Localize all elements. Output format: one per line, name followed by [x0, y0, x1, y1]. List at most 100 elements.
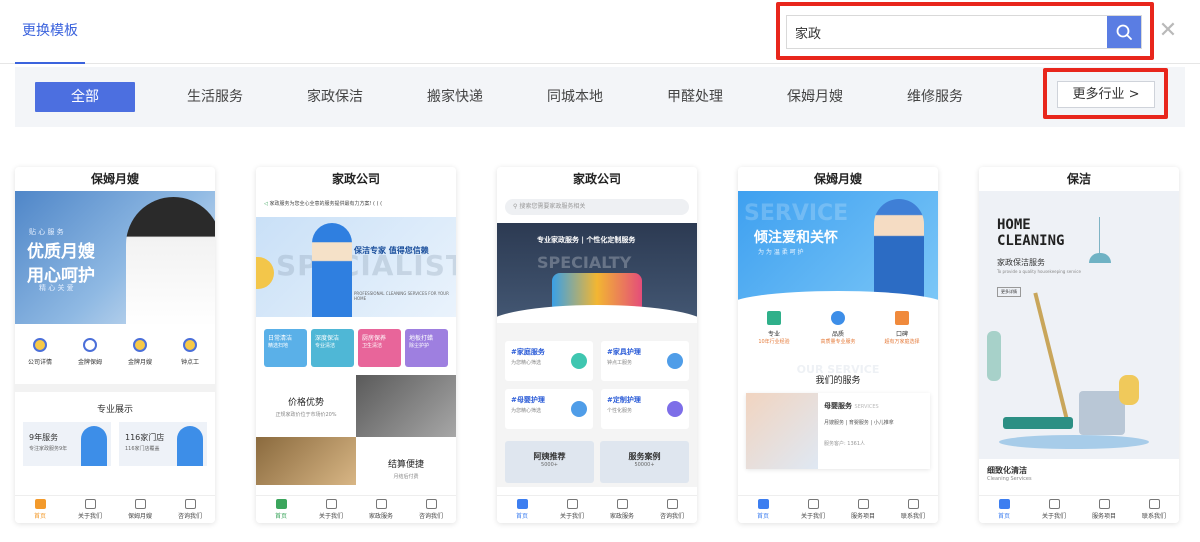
nav-about[interactable]: 关于我们 [65, 496, 115, 523]
service-item[interactable]: #定制护理 个性化服务 [601, 389, 689, 429]
banner-line1: 倾注爱和关怀 [754, 230, 838, 246]
nav-contact[interactable]: 联系我们 [888, 496, 938, 523]
tile-sub: 专注家政服务9年 [29, 446, 68, 452]
nav-service[interactable]: 服务项目 [838, 496, 888, 523]
phone-icon [184, 499, 196, 509]
search-icon [1116, 24, 1132, 40]
chip[interactable]: 日常清洁 精选扫地 [264, 329, 307, 367]
card-title: 保姆月嫂 [738, 167, 938, 191]
bottom-nav: 首页 关于我们 家政服务 咨询我们 [256, 495, 456, 523]
category-all[interactable]: 全部 [35, 82, 135, 112]
template-card-4[interactable]: 保姆月嫂 SERVICE 倾注爱和关怀 为 为 温 柔 呵 护 专业 10年行业经… [738, 167, 938, 523]
card-banner: 专业家政服务 | 个性化定制服务 SPECIALTY [497, 223, 697, 323]
icon-item[interactable]: 金牌保姆 [65, 338, 115, 384]
banner-watermark: SPECIALTY [537, 253, 632, 272]
nav-home[interactable]: 首页 [979, 496, 1029, 523]
service-item[interactable]: #母婴护理 为您精心筛选 [505, 389, 593, 429]
banner-small: PROFESSIONAL CLEANING SERVICES FOR YOUR … [354, 291, 449, 301]
feature-item[interactable]: 品质 高质量专业服务 [806, 311, 870, 355]
nav-service[interactable]: 服务项目 [1079, 496, 1129, 523]
service-item[interactable]: #家庭服务 为您精心筛选 [505, 341, 593, 381]
nav-label: 关于我们 [77, 513, 102, 520]
category-local-city[interactable]: 同城本地 [530, 82, 620, 112]
category-life-service[interactable]: 生活服务 [170, 82, 260, 112]
icon-item[interactable]: 钟点工 [165, 338, 215, 384]
banner-line2: CLEANING [997, 233, 1065, 249]
bottom-tile[interactable]: 服务案例 50000+ [600, 441, 689, 483]
bottom-nav: 首页 关于我们 服务项目 联系我们 [738, 495, 938, 523]
banner-line1: 优质月嫂 [27, 242, 95, 262]
person-photo [312, 223, 352, 317]
category-moving-express[interactable]: 搬家快递 [410, 82, 500, 112]
nav-contact[interactable]: 咨询我们 [647, 496, 697, 523]
nav-service[interactable]: 保姆月嫂 [115, 496, 165, 523]
nav-label: 咨询我们 [659, 513, 684, 520]
nav-label: 首页 [33, 513, 46, 520]
search-input[interactable] [787, 16, 1109, 48]
chip-sub: 卫生清洁 [362, 343, 383, 349]
badge-icon [831, 311, 845, 325]
search-highlight-box [776, 2, 1154, 60]
glove [1119, 375, 1139, 405]
icon-item[interactable]: 金牌月嫂 [115, 338, 165, 384]
nav-about[interactable]: 关于我们 [306, 496, 356, 523]
baby-photo [746, 393, 818, 469]
chip[interactable]: 厨房保养 卫生清洁 [358, 329, 401, 367]
template-card-3[interactable]: 家政公司 ⚲ 搜索您需要家政服务相关 专业家政服务 | 个性化定制服务 SPEC… [497, 167, 697, 523]
category-repair[interactable]: 维修服务 [890, 82, 980, 112]
more-industries-button[interactable]: 更多行业 > [1057, 81, 1155, 108]
search-button[interactable] [1107, 16, 1141, 48]
icon-item[interactable]: 公司详情 [15, 338, 65, 384]
mini-search[interactable]: ⚲ 搜索您需要家政服务相关 [505, 199, 689, 215]
nav-contact[interactable]: 联系我们 [1129, 496, 1179, 523]
nanny-icon [83, 338, 97, 352]
nav-home[interactable]: 首页 [738, 496, 788, 523]
feature-item[interactable]: 口碑 超有万家庭选择 [870, 311, 934, 355]
nav-home[interactable]: 首页 [15, 496, 65, 523]
category-formaldehyde[interactable]: 甲醛处理 [650, 82, 740, 112]
plant-decor [987, 331, 1001, 381]
feature-title: 专业 [767, 331, 780, 338]
chip-sub: 精选扫地 [268, 343, 289, 349]
promo-row-1: 价格优势 正规家政价位于市场价20% [256, 375, 456, 437]
template-card-2[interactable]: 家政公司 ◁ 家政服务为您全心全意的服务提供最有力方案! ( ( ( SPECI… [256, 167, 456, 523]
category-housekeeping-cleaning[interactable]: 家政保洁 [290, 82, 380, 112]
nav-service[interactable]: 家政服务 [597, 496, 647, 523]
tab-change-template[interactable]: 更换模板 [15, 0, 85, 64]
icon-row: 公司详情 金牌保姆 金牌月嫂 钟点工 [15, 324, 215, 384]
service-tile[interactable]: 116家门店 116家门店覆盖 [119, 422, 207, 466]
template-card-5[interactable]: 保洁 HOME CLEANING 家政保洁服务 To provide a qua… [979, 167, 1179, 523]
feature-item[interactable]: 专业 10年行业经验 [742, 311, 806, 355]
nav-label: 服务项目 [850, 513, 875, 520]
nav-about[interactable]: 关于我们 [1029, 496, 1079, 523]
nav-home[interactable]: 首页 [256, 496, 306, 523]
nav-service[interactable]: 家政服务 [356, 496, 406, 523]
chip[interactable]: 深度保洁 专业清洁 [311, 329, 354, 367]
feature-title: 口碑 [895, 331, 908, 338]
category-nanny[interactable]: 保姆月嫂 [770, 82, 860, 112]
service-tile[interactable]: 9年服务 专注家政服务9年 [23, 422, 111, 466]
nav-contact[interactable]: 咨询我们 [406, 496, 456, 523]
service-card[interactable]: 母婴服务 SERVICES 月嫂服务 | 育婴服务 | 小儿推拿 服务客户: 1… [746, 393, 930, 469]
close-icon[interactable]: ✕ [1158, 18, 1178, 44]
nav-home[interactable]: 首页 [497, 496, 547, 523]
bottom-tile[interactable]: 阿姨推荐 5000+ [505, 441, 594, 483]
promo-row-2: 结算便捷 月结后付费 [256, 437, 456, 485]
nav-label: 首页 [997, 513, 1010, 520]
chip[interactable]: 地板打蜡 除尘护护 [405, 329, 448, 367]
template-card-1[interactable]: 保姆月嫂 贴 心 服 务 优质月嫂 用心呵护 精 心 关 爱 公司详情 金牌保姆… [15, 167, 215, 523]
nav-about[interactable]: 关于我们 [547, 496, 597, 523]
nav-label: 咨询我们 [177, 513, 202, 520]
bottom-tiles: 阿姨推荐 5000+ 服务案例 50000+ [497, 437, 697, 487]
phone-icon [425, 499, 437, 509]
search-box [786, 15, 1142, 49]
service-item[interactable]: #家具护理 钟点工服务 [601, 341, 689, 381]
banner-curve [497, 305, 697, 323]
chip-title: 地板打蜡 [409, 335, 434, 342]
lamp-cord [1099, 217, 1100, 257]
tile-sub: 116家门店覆盖 [125, 446, 160, 452]
nav-about[interactable]: 关于我们 [788, 496, 838, 523]
nav-contact[interactable]: 咨询我们 [165, 496, 215, 523]
banner-more-button[interactable]: 更多详情 [997, 287, 1021, 297]
feature-sub: 超有万家庭选择 [884, 339, 920, 345]
